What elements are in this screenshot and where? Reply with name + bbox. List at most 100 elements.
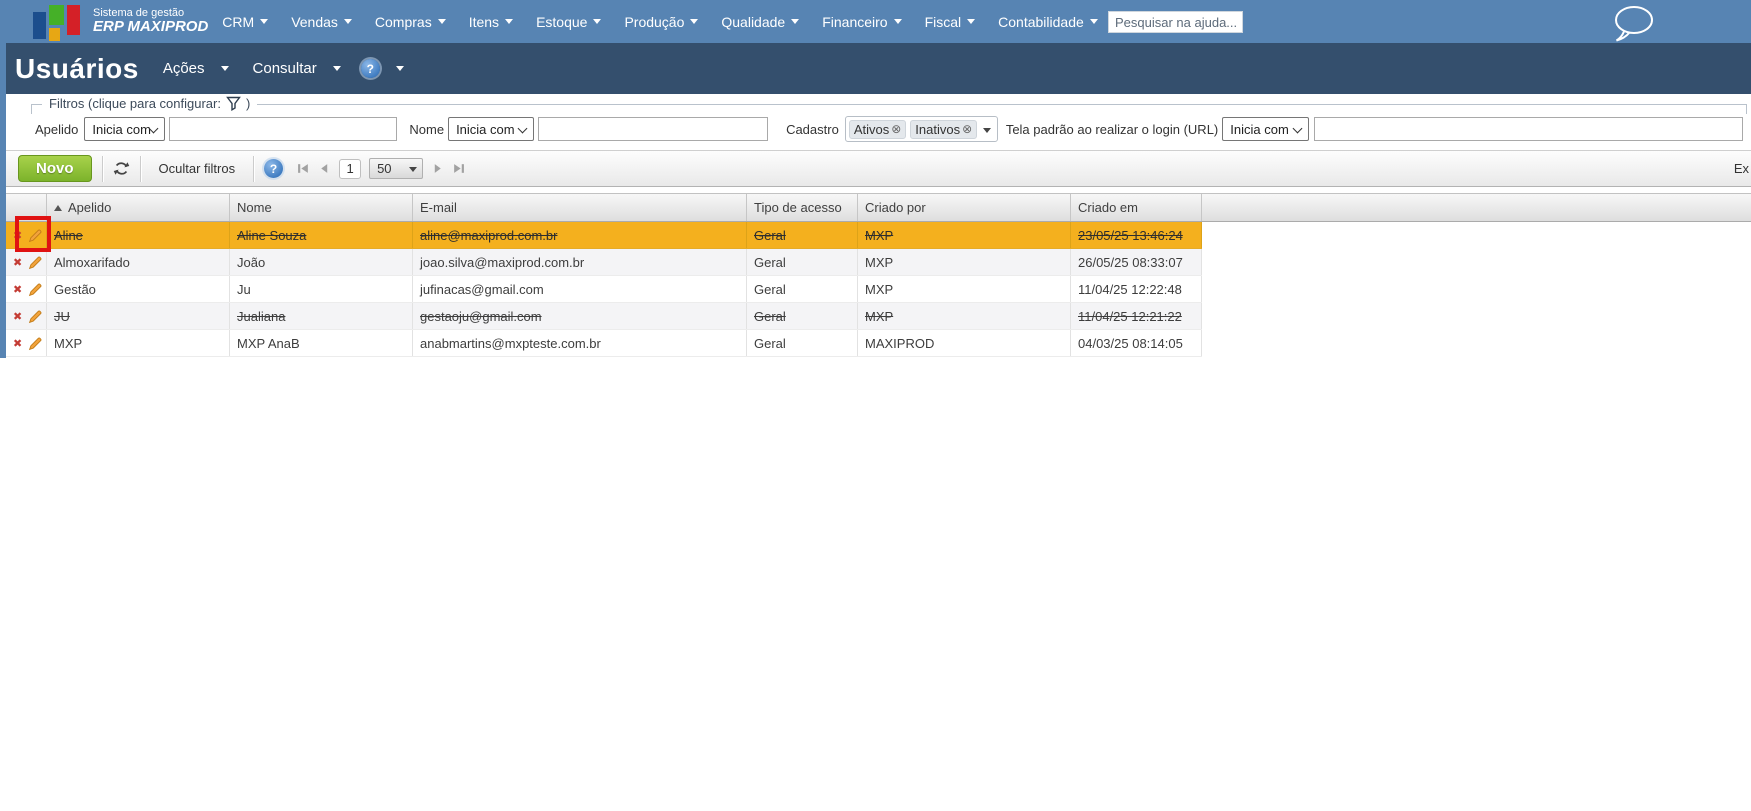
hide-filters-button[interactable]: Ocultar filtros <box>151 161 244 176</box>
menu-itens[interactable]: Itens <box>469 14 514 30</box>
chevron-down-icon <box>437 19 446 24</box>
filters-legend[interactable]: Filtros (clique para configurar: ) <box>42 96 258 111</box>
cell-nome: Aline Souza <box>230 222 413 248</box>
remove-tag-icon[interactable]: ⊗ <box>891 122 901 136</box>
table-row[interactable]: ✖ Aline Aline Souza aline@maxiprod.com.b… <box>6 222 1202 249</box>
header-criado-em[interactable]: Criado em <box>1071 194 1202 221</box>
delete-icon[interactable]: ✖ <box>13 310 22 323</box>
cadastro-multiselect[interactable]: Ativos ⊗ Inativos ⊗ <box>844 116 998 142</box>
edit-pencil-icon[interactable] <box>28 336 43 351</box>
menu-crm[interactable]: CRM <box>222 14 269 30</box>
page-help-icon[interactable]: ? <box>360 59 380 78</box>
toolbar-separator <box>101 155 103 182</box>
prev-page-button[interactable] <box>318 162 331 175</box>
cell-apelido: JU <box>47 303 230 329</box>
menu-fiscal[interactable]: Fiscal <box>925 14 976 30</box>
menu-financeiro[interactable]: Financeiro <box>822 14 902 30</box>
help-search-input[interactable] <box>1108 11 1243 33</box>
edit-pencil-icon[interactable] <box>28 228 43 243</box>
chevron-down-icon <box>505 19 514 24</box>
menu-produção[interactable]: Produção <box>624 14 699 30</box>
cell-apelido: Almoxarifado <box>47 249 230 275</box>
menu-qualidade[interactable]: Qualidade <box>721 14 800 30</box>
chevron-down-icon[interactable] <box>395 66 404 71</box>
row-actions-cell: ✖ <box>6 249 47 275</box>
cell-apelido: MXP <box>47 330 230 356</box>
tag-ativos[interactable]: Ativos ⊗ <box>848 119 907 139</box>
grid-header: Apelido Nome E-mail Tipo de acesso Criad… <box>6 193 1751 222</box>
menu-vendas[interactable]: Vendas <box>291 14 352 30</box>
users-grid: Apelido Nome E-mail Tipo de acesso Criad… <box>6 193 1751 357</box>
chat-bubble-icon <box>1615 6 1653 42</box>
refresh-button[interactable] <box>113 160 130 177</box>
page-size-select[interactable]: 50 <box>369 158 424 179</box>
edit-pencil-icon[interactable] <box>28 282 43 297</box>
first-page-button[interactable] <box>297 162 310 175</box>
chevron-down-icon <box>690 19 699 24</box>
table-row[interactable]: ✖ Almoxarifado João joao.silva@maxiprod.… <box>6 249 1202 276</box>
chevron-down-icon[interactable] <box>982 128 991 133</box>
delete-icon[interactable]: ✖ <box>13 256 22 269</box>
nome-operator-select[interactable]: Inicia com <box>448 117 535 141</box>
delete-icon[interactable]: ✖ <box>13 229 22 242</box>
cell-tipo-de-acesso: Geral <box>747 276 858 302</box>
row-actions-cell: ✖ <box>6 330 47 356</box>
menu-compras[interactable]: Compras <box>375 14 446 30</box>
apelido-filter-input[interactable] <box>169 117 398 141</box>
header-icons-column <box>6 194 47 221</box>
delete-icon[interactable]: ✖ <box>13 283 22 296</box>
cell-tipo-de-acesso: Geral <box>747 303 858 329</box>
header-nome[interactable]: Nome <box>230 194 413 221</box>
menu-estoque[interactable]: Estoque <box>536 14 602 30</box>
row-actions-cell: ✖ <box>6 222 47 248</box>
table-row[interactable]: ✖ MXP MXP AnaB anabmartins@mxpteste.com.… <box>6 330 1202 357</box>
logo-tiles-icon <box>33 4 85 41</box>
cell-tipo-de-acesso: Geral <box>747 330 858 356</box>
cell-criado-por: MAXIPROD <box>858 330 1071 356</box>
pagination: 1 50 <box>297 158 465 179</box>
grid-help-icon[interactable]: ? <box>264 159 284 178</box>
next-page-icon <box>434 164 441 173</box>
toolbar-separator <box>139 155 141 182</box>
header-criado-por[interactable]: Criado por <box>858 194 1071 221</box>
header-apelido[interactable]: Apelido <box>47 194 230 221</box>
funnel-icon <box>226 96 241 111</box>
cell-criado-em: 11/04/25 12:22:48 <box>1071 276 1202 302</box>
edit-pencil-icon[interactable] <box>28 255 43 270</box>
table-row[interactable]: ✖ JU Jualiana gestaoju@gmail.com Geral M… <box>6 303 1202 330</box>
cell-email: jufinacas@gmail.com <box>413 276 747 302</box>
sort-asc-icon <box>54 204 62 211</box>
chat-button[interactable] <box>1612 5 1656 46</box>
app-logo[interactable]: Sistema de gestão ERP MAXIPROD <box>33 4 208 41</box>
acoes-menu[interactable]: Ações <box>163 60 229 77</box>
cell-criado-por: MXP <box>858 276 1071 302</box>
export-button[interactable]: Ex <box>1734 151 1749 186</box>
page-number-input[interactable]: 1 <box>339 158 362 179</box>
chevron-down-icon <box>967 19 976 24</box>
tela-padrao-filter-input[interactable] <box>1314 117 1743 141</box>
menu-contabilidade[interactable]: Contabilidade <box>998 14 1098 30</box>
cell-criado-por: MXP <box>858 303 1071 329</box>
nome-filter-input[interactable] <box>538 117 769 141</box>
apelido-operator-select[interactable]: Inicia com <box>84 117 166 141</box>
nome-label: Nome <box>409 121 445 137</box>
new-button[interactable]: Novo <box>18 155 92 182</box>
cell-nome: MXP AnaB <box>230 330 413 356</box>
tag-inativos[interactable]: Inativos ⊗ <box>910 119 978 139</box>
last-page-button[interactable] <box>452 162 465 175</box>
delete-icon[interactable]: ✖ <box>13 337 22 350</box>
remove-tag-icon[interactable]: ⊗ <box>962 122 972 136</box>
consultar-menu[interactable]: Consultar <box>253 60 341 77</box>
chevron-down-icon <box>791 19 800 24</box>
prev-page-icon <box>321 164 328 173</box>
table-row[interactable]: ✖ Gestão Ju jufinacas@gmail.com Geral MX… <box>6 276 1202 303</box>
header-email[interactable]: E-mail <box>413 194 747 221</box>
cell-nome: João <box>230 249 413 275</box>
tela-padrao-label: Tela padrão ao realizar o login (URL) <box>1005 121 1219 137</box>
cell-criado-em: 11/04/25 12:21:22 <box>1071 303 1202 329</box>
header-tipo-de-acesso[interactable]: Tipo de acesso <box>747 194 858 221</box>
edit-pencil-icon[interactable] <box>28 309 43 324</box>
tela-padrao-operator-select[interactable]: Inicia com <box>1222 117 1310 141</box>
next-page-button[interactable] <box>431 162 444 175</box>
chevron-down-icon <box>1089 19 1098 24</box>
